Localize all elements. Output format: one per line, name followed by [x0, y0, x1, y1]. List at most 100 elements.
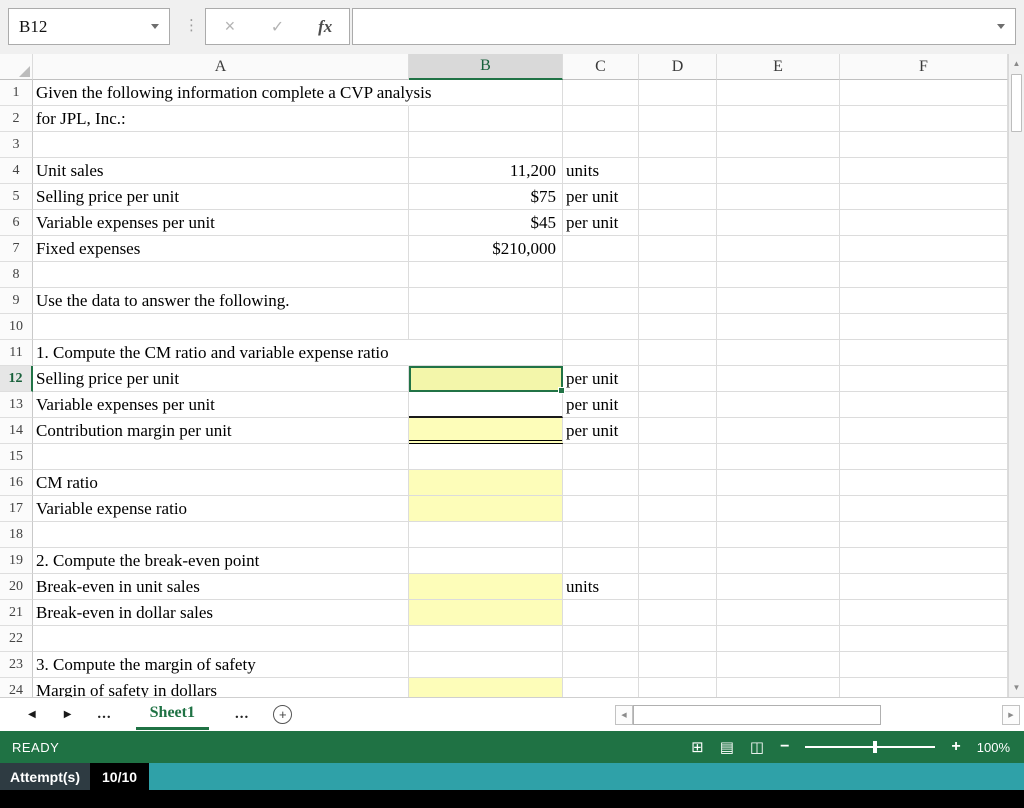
row-header-20[interactable]: 20: [0, 574, 33, 600]
cell-A3[interactable]: [33, 132, 409, 158]
cell-F8[interactable]: [840, 262, 1008, 288]
row-header-9[interactable]: 9: [0, 288, 33, 314]
cell-D2[interactable]: [639, 106, 717, 132]
cell-C3[interactable]: [563, 132, 639, 158]
cell-C14[interactable]: per unit: [563, 418, 639, 444]
cell-E17[interactable]: [717, 496, 840, 522]
row-header-5[interactable]: 5: [0, 184, 33, 210]
cell-F4[interactable]: [840, 158, 1008, 184]
cell-C20[interactable]: units: [563, 574, 639, 600]
formula-bar-expand-icon[interactable]: [997, 24, 1005, 29]
cell-C5[interactable]: per unit: [563, 184, 639, 210]
cell-D19[interactable]: [639, 548, 717, 574]
cell-D21[interactable]: [639, 600, 717, 626]
cell-F23[interactable]: [840, 652, 1008, 678]
row-header-19[interactable]: 19: [0, 548, 33, 574]
cell-C13[interactable]: per unit: [563, 392, 639, 418]
row-header-8[interactable]: 8: [0, 262, 33, 288]
cell-A24[interactable]: Margin of safety in dollars: [33, 678, 409, 697]
cell-A4[interactable]: Unit sales: [33, 158, 409, 184]
cancel-icon[interactable]: ×: [206, 9, 254, 44]
cell-A2[interactable]: for JPL, Inc.:: [33, 106, 409, 132]
cell-F7[interactable]: [840, 236, 1008, 262]
row-header-10[interactable]: 10: [0, 314, 33, 340]
zoom-level[interactable]: 100%: [977, 740, 1010, 755]
cell-D23[interactable]: [639, 652, 717, 678]
cell-A22[interactable]: [33, 626, 409, 652]
cell-C15[interactable]: [563, 444, 639, 470]
cell-A13[interactable]: Variable expenses per unit: [33, 392, 409, 418]
cell-F1[interactable]: [840, 80, 1008, 106]
row-header-23[interactable]: 23: [0, 652, 33, 678]
cell-A9[interactable]: Use the data to answer the following.: [33, 288, 409, 314]
cell-A16[interactable]: CM ratio: [33, 470, 409, 496]
cell-E18[interactable]: [717, 522, 840, 548]
cell-F10[interactable]: [840, 314, 1008, 340]
cell-F18[interactable]: [840, 522, 1008, 548]
cell-D9[interactable]: [639, 288, 717, 314]
cell-D11[interactable]: [639, 340, 717, 366]
cell-D17[interactable]: [639, 496, 717, 522]
cell-F22[interactable]: [840, 626, 1008, 652]
cell-B21[interactable]: [409, 600, 563, 626]
vertical-scroll-thumb[interactable]: [1011, 74, 1022, 132]
cell-A15[interactable]: [33, 444, 409, 470]
cell-B12[interactable]: [409, 366, 565, 394]
scroll-left-button[interactable]: ◀: [615, 705, 633, 725]
row-header-24[interactable]: 24: [0, 678, 33, 697]
cell-E22[interactable]: [717, 626, 840, 652]
cell-A20[interactable]: Break-even in unit sales: [33, 574, 409, 600]
cell-D7[interactable]: [639, 236, 717, 262]
page-layout-icon[interactable]: ▤: [720, 738, 734, 756]
cell-D1[interactable]: [639, 80, 717, 106]
cell-D18[interactable]: [639, 522, 717, 548]
cell-D3[interactable]: [639, 132, 717, 158]
cell-F9[interactable]: [840, 288, 1008, 314]
cell-B20[interactable]: [409, 574, 563, 600]
tabs-overflow-left[interactable]: ...: [97, 706, 111, 723]
cell-D16[interactable]: [639, 470, 717, 496]
insert-function-icon[interactable]: fx: [301, 9, 349, 44]
cell-E19[interactable]: [717, 548, 840, 574]
cell-D12[interactable]: [639, 366, 717, 392]
cell-B10[interactable]: [409, 314, 563, 340]
cell-F19[interactable]: [840, 548, 1008, 574]
cell-A23[interactable]: 3. Compute the margin of safety: [33, 652, 409, 678]
cell-E15[interactable]: [717, 444, 840, 470]
row-header-22[interactable]: 22: [0, 626, 33, 652]
page-break-icon[interactable]: ◫: [750, 738, 764, 756]
cell-E13[interactable]: [717, 392, 840, 418]
cell-B18[interactable]: [409, 522, 563, 548]
cell-E20[interactable]: [717, 574, 840, 600]
cell-E3[interactable]: [717, 132, 840, 158]
cell-D10[interactable]: [639, 314, 717, 340]
cell-E16[interactable]: [717, 470, 840, 496]
cell-E21[interactable]: [717, 600, 840, 626]
zoom-in-button[interactable]: +: [951, 738, 960, 756]
cell-B1[interactable]: [409, 80, 563, 106]
cell-F17[interactable]: [840, 496, 1008, 522]
cell-D15[interactable]: [639, 444, 717, 470]
cell-C18[interactable]: [563, 522, 639, 548]
cell-B15[interactable]: [409, 444, 563, 470]
cell-A14[interactable]: Contribution margin per unit: [33, 418, 409, 444]
cell-E14[interactable]: [717, 418, 840, 444]
cell-F16[interactable]: [840, 470, 1008, 496]
normal-view-icon[interactable]: ⊞: [691, 738, 704, 756]
cell-E2[interactable]: [717, 106, 840, 132]
select-all-button[interactable]: [0, 54, 33, 80]
zoom-slider[interactable]: [805, 741, 936, 753]
cell-C23[interactable]: [563, 652, 639, 678]
row-header-6[interactable]: 6: [0, 210, 33, 236]
cell-F13[interactable]: [840, 392, 1008, 418]
tabs-overflow-right[interactable]: ...: [235, 706, 249, 723]
cell-F3[interactable]: [840, 132, 1008, 158]
cell-C7[interactable]: [563, 236, 639, 262]
cell-B13[interactable]: [409, 392, 563, 418]
cell-F6[interactable]: [840, 210, 1008, 236]
horizontal-scroll-thumb[interactable]: [633, 705, 881, 725]
horizontal-scroll-track[interactable]: [633, 705, 995, 725]
cell-B14[interactable]: [409, 418, 563, 444]
cell-B6[interactable]: $45: [409, 210, 563, 236]
cell-A19[interactable]: 2. Compute the break-even point: [33, 548, 409, 574]
